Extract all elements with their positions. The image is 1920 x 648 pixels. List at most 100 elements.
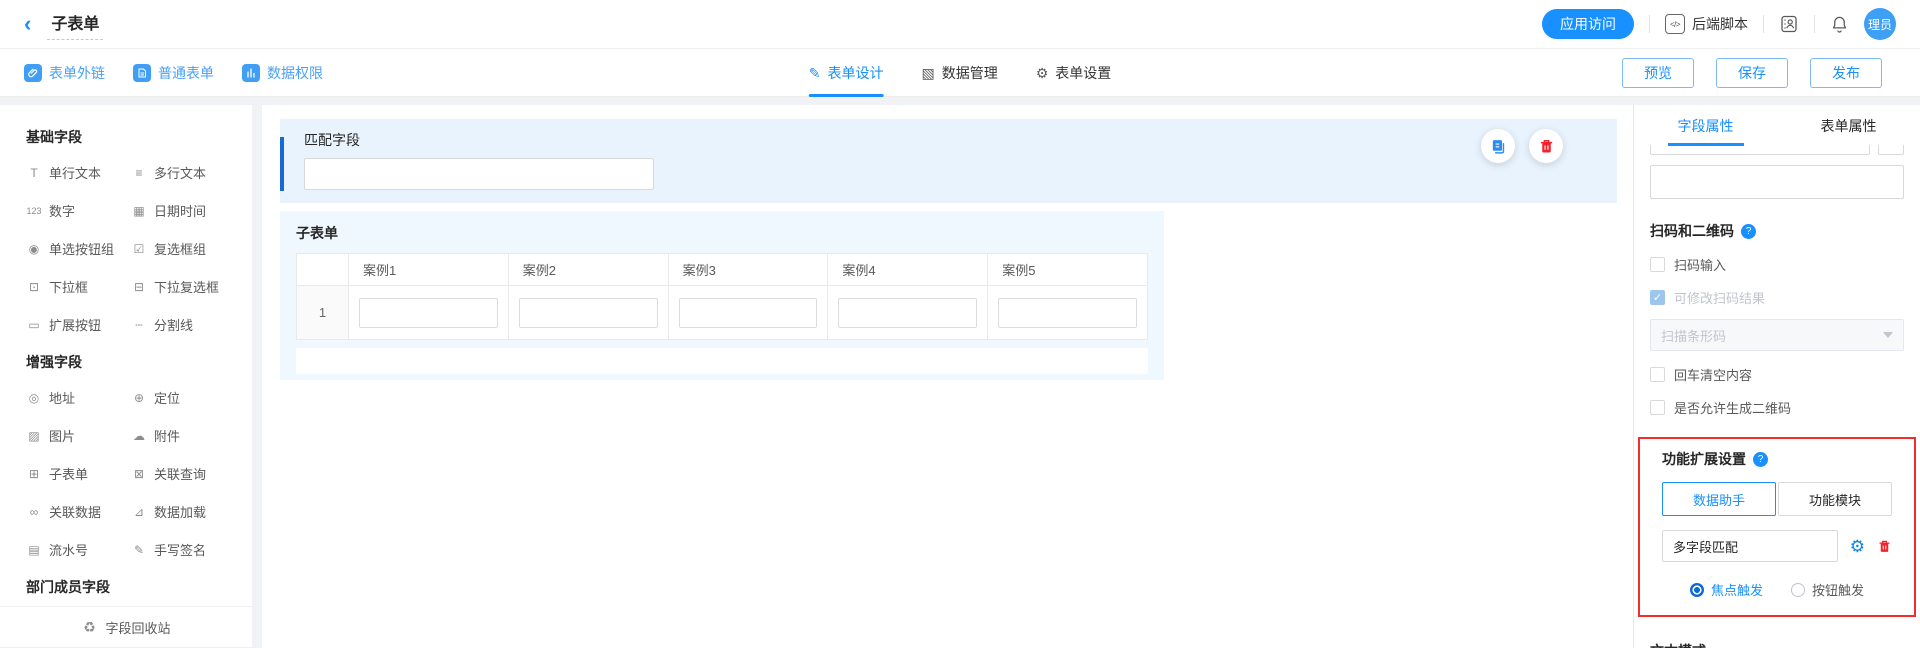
field-item[interactable]: ⊠关联查询	[131, 464, 236, 483]
address-icon: ◎	[26, 391, 42, 405]
table-cell	[828, 286, 988, 340]
code-icon: </>	[1665, 14, 1685, 34]
checkbox-label: 回车清空内容	[1674, 365, 1752, 384]
multi-line-text-icon: ≡	[131, 166, 147, 180]
backend-script-label: 后端脚本	[1692, 14, 1748, 34]
field-item-label: 附件	[154, 426, 180, 445]
checkbox-scan-input[interactable]: 扫码输入	[1650, 255, 1904, 274]
subform-table: 案例1 案例2 案例3 案例4 案例5 1	[296, 253, 1148, 340]
page-title[interactable]: 子表单	[47, 8, 103, 40]
field-item[interactable]: ▨图片	[26, 426, 131, 445]
subform-cell-input[interactable]	[359, 298, 498, 328]
tab-form-properties[interactable]: 表单属性	[1777, 105, 1920, 143]
section-title-enhanced-fields: 增强字段	[26, 352, 236, 372]
backend-script-button[interactable]: </> 后端脚本	[1665, 14, 1748, 34]
publish-button[interactable]: 发布	[1810, 58, 1882, 88]
field-item[interactable]: ▭ 扩展按钮	[26, 315, 131, 334]
form-settings-icon: ⚙	[1036, 65, 1049, 82]
barcode-select[interactable]: 扫描条形码	[1650, 319, 1904, 351]
field-item-label: 关联数据	[49, 502, 101, 521]
data-assistant-button[interactable]: 数据助手	[1662, 482, 1776, 516]
field-item[interactable]: ⊿数据加载	[131, 502, 236, 521]
field-item[interactable]: ⊡下拉框	[26, 277, 131, 296]
column-header: 案例2	[508, 254, 668, 286]
save-button[interactable]: 保存	[1716, 58, 1788, 88]
field-item-label: 日期时间	[154, 201, 206, 220]
recycle-icon: ♻	[81, 619, 97, 636]
radio-group-icon: ◉	[26, 242, 42, 256]
preview-button[interactable]: 预览	[1622, 58, 1694, 88]
checkbox-modify-scan-result[interactable]: ✓ 可修改扫码结果	[1650, 288, 1904, 307]
number-icon: 123	[26, 206, 42, 216]
help-icon[interactable]: ?	[1741, 224, 1756, 239]
field-item[interactable]: 123数字	[26, 201, 131, 220]
function-module-button[interactable]: 功能模块	[1778, 482, 1892, 516]
form-external-link-button[interactable]: 表单外链	[24, 63, 105, 83]
subform-title: 子表单	[296, 223, 1148, 243]
field-item-label: 多行文本	[154, 163, 206, 182]
extension-section-title: 功能扩展设置	[1662, 449, 1746, 469]
field-item-label: 复选框组	[154, 239, 206, 258]
radio-icon	[1791, 583, 1805, 597]
multi-field-match-item[interactable]: 多字段匹配	[1662, 530, 1838, 562]
table-row: 1	[297, 286, 1148, 340]
gear-icon[interactable]: ⚙	[1850, 538, 1865, 555]
radio-focus-trigger[interactable]: 焦点触发	[1690, 580, 1763, 599]
subform-cell-input[interactable]	[519, 298, 658, 328]
contacts-icon[interactable]	[1779, 14, 1799, 34]
subform-cell-input[interactable]	[838, 298, 977, 328]
field-item[interactable]: ☁附件	[131, 426, 236, 445]
data-permission-button[interactable]: 数据权限	[242, 63, 323, 83]
subform-cell-input[interactable]	[998, 298, 1137, 328]
subform-footer-strip	[296, 348, 1148, 374]
field-item[interactable]: ⊟下拉复选框	[131, 277, 236, 296]
column-header: 案例3	[668, 254, 828, 286]
back-icon[interactable]: ‹	[24, 13, 31, 35]
match-field-input[interactable]	[304, 158, 654, 190]
field-item[interactable]: ▦日期时间	[131, 201, 236, 220]
checkbox-allow-qrcode[interactable]: 是否允许生成二维码	[1650, 398, 1904, 417]
normal-form-button[interactable]: 普通表单	[133, 63, 214, 83]
divider-icon: ┄	[131, 318, 147, 332]
field-item[interactable]: ▤流水号	[26, 540, 131, 559]
subform-field-block[interactable]: 子表单 案例1 案例2 案例3 案例4 案例5 1	[280, 211, 1164, 380]
main: 基础字段 T单行文本 ≡多行文本 123数字 ▦日期时间 ◉单选按钮组 ☑复选框…	[0, 97, 1920, 648]
field-item[interactable]: ∞关联数据	[26, 502, 131, 521]
avatar[interactable]: 理员	[1864, 8, 1896, 40]
clipped-input[interactable]	[1650, 145, 1870, 155]
field-recycle-bin-button[interactable]: ♻ 字段回收站	[0, 606, 252, 648]
bar-chart-icon	[242, 64, 260, 82]
field-item[interactable]: ◉单选按钮组	[26, 239, 131, 258]
extend-button-icon: ▭	[26, 318, 42, 332]
relation-query-icon: ⊠	[131, 467, 147, 481]
form-design-canvas[interactable]: 匹配字段 子表单 案例1 案例2 案例3 案例4 案例	[262, 105, 1633, 648]
field-item[interactable]: T单行文本	[26, 163, 131, 182]
field-item-label: 扩展按钮	[49, 315, 101, 334]
help-icon[interactable]: ?	[1753, 452, 1768, 467]
tab-data-management[interactable]: ▧ 数据管理	[921, 49, 997, 97]
tab-form-design-label: 表单设计	[827, 63, 883, 83]
tab-form-design[interactable]: ✎ 表单设计	[809, 49, 884, 97]
selected-field-match[interactable]: 匹配字段	[280, 119, 1617, 203]
field-item[interactable]: ✎手写签名	[131, 540, 236, 559]
delete-field-button[interactable]	[1529, 129, 1563, 163]
field-item[interactable]: ⊕定位	[131, 388, 236, 407]
field-property-input[interactable]	[1650, 165, 1904, 199]
tab-field-properties[interactable]: 字段属性	[1634, 105, 1777, 143]
field-item[interactable]: ≡ 多行文本	[131, 163, 236, 182]
subform-cell-input[interactable]	[679, 298, 818, 328]
delete-extension-button[interactable]	[1877, 539, 1892, 554]
field-item[interactable]: ◎地址	[26, 388, 131, 407]
app-access-button[interactable]: 应用访问	[1542, 9, 1634, 39]
field-palette-sidebar: 基础字段 T单行文本 ≡多行文本 123数字 ▦日期时间 ◉单选按钮组 ☑复选框…	[0, 105, 252, 648]
notification-bell-icon[interactable]	[1830, 15, 1849, 34]
field-item[interactable]: ⊞子表单	[26, 464, 131, 483]
clipped-button[interactable]	[1878, 145, 1904, 155]
copy-field-button[interactable]	[1481, 129, 1515, 163]
checkbox-enter-clear[interactable]: 回车清空内容	[1650, 365, 1904, 384]
field-item[interactable]: ☑复选框组	[131, 239, 236, 258]
tab-form-settings[interactable]: ⚙ 表单设置	[1036, 49, 1112, 97]
dropdown-icon: ⊡	[26, 280, 42, 294]
field-item[interactable]: ┄分割线	[131, 315, 236, 334]
radio-button-trigger[interactable]: 按钮触发	[1791, 580, 1864, 599]
